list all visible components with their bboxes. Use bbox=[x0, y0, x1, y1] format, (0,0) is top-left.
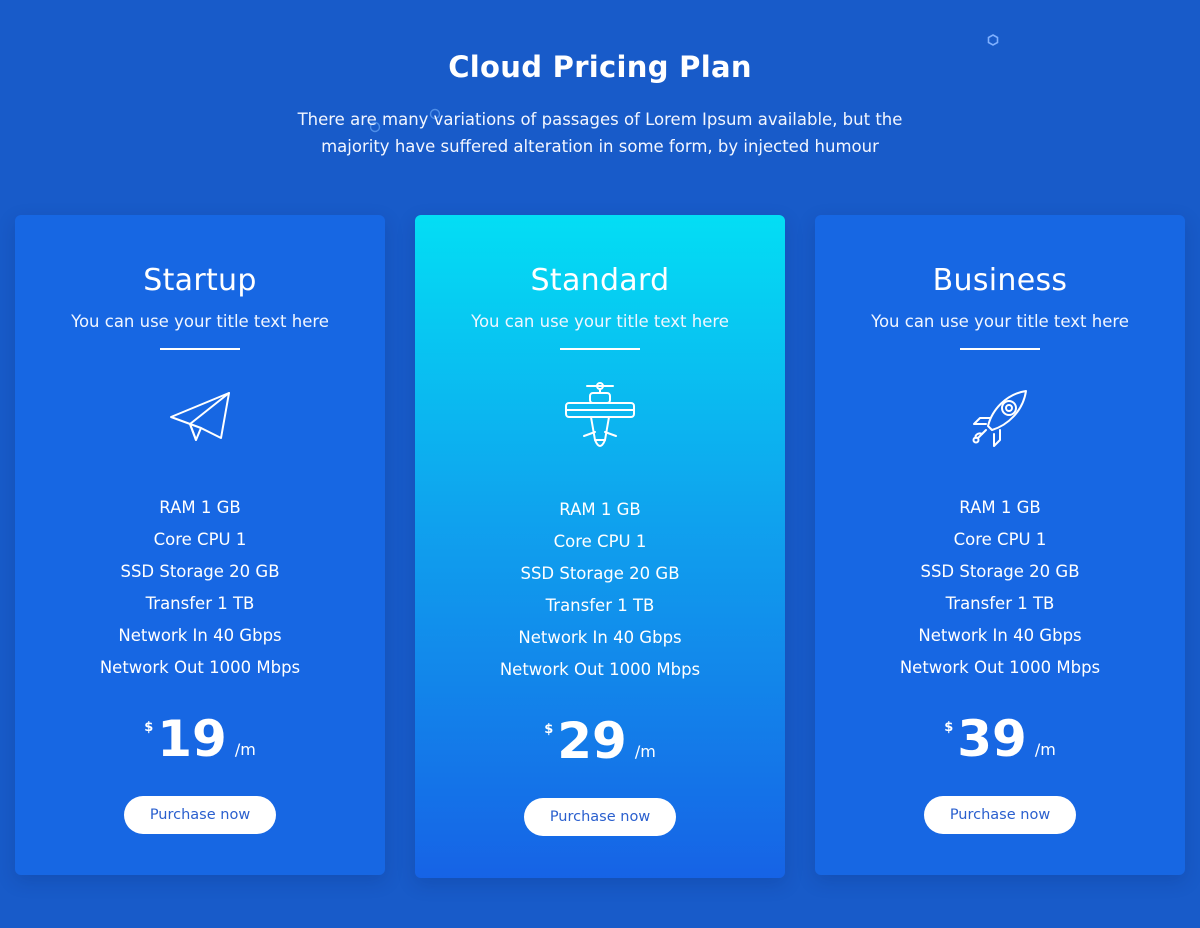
section-subtitle: There are many variations of passages of… bbox=[280, 106, 920, 160]
feature-item: Network In 40 Gbps bbox=[118, 626, 282, 645]
rocket-icon bbox=[960, 378, 1040, 458]
feature-list: RAM 1 GB Core CPU 1 SSD Storage 20 GB Tr… bbox=[415, 494, 785, 686]
purchase-button[interactable]: Purchase now bbox=[124, 796, 276, 834]
feature-item: RAM 1 GB bbox=[959, 498, 1041, 517]
price-period: /m bbox=[1034, 740, 1056, 759]
feature-item: Transfer 1 TB bbox=[945, 594, 1055, 613]
plan-name: Standard bbox=[530, 263, 670, 298]
plan-name: Startup bbox=[143, 263, 257, 298]
feature-item: Transfer 1 TB bbox=[545, 596, 655, 615]
airplane-icon bbox=[560, 378, 640, 458]
price-amount: 29 bbox=[557, 712, 627, 770]
subtitle-line: majority have suffered alteration in som… bbox=[321, 137, 879, 156]
feature-item: Network In 40 Gbps bbox=[518, 628, 682, 647]
pricing-card-standard: Standard You can use your title text her… bbox=[415, 215, 785, 878]
currency-symbol: $ bbox=[144, 720, 154, 735]
section-header: Cloud Pricing Plan There are many variat… bbox=[0, 50, 1200, 160]
price-amount: 19 bbox=[157, 710, 227, 768]
price: $ 19 /m bbox=[15, 712, 385, 766]
feature-item: Core CPU 1 bbox=[953, 530, 1047, 549]
plan-tagline: You can use your title text here bbox=[471, 312, 729, 331]
feature-item: Core CPU 1 bbox=[153, 530, 247, 549]
price: $ 29 /m bbox=[415, 714, 785, 768]
purchase-button[interactable]: Purchase now bbox=[924, 796, 1076, 834]
feature-list: RAM 1 GB Core CPU 1 SSD Storage 20 GB Tr… bbox=[15, 492, 385, 684]
purchase-button[interactable]: Purchase now bbox=[524, 798, 676, 836]
subtitle-line: There are many variations of passages of… bbox=[297, 110, 903, 129]
plan-name: Business bbox=[932, 263, 1068, 298]
feature-item: Network Out 1000 Mbps bbox=[899, 658, 1101, 677]
hexagon-decoration-icon bbox=[987, 34, 999, 46]
feature-list: RAM 1 GB Core CPU 1 SSD Storage 20 GB Tr… bbox=[815, 492, 1185, 684]
feature-item: SSD Storage 20 GB bbox=[120, 562, 280, 581]
price-amount: 39 bbox=[957, 710, 1027, 768]
feature-item: Network Out 1000 Mbps bbox=[499, 660, 701, 679]
feature-item: RAM 1 GB bbox=[559, 500, 641, 519]
divider bbox=[960, 348, 1040, 350]
currency-symbol: $ bbox=[544, 722, 554, 737]
price-period: /m bbox=[634, 742, 656, 761]
plan-tagline: You can use your title text here bbox=[871, 312, 1129, 331]
section-title: Cloud Pricing Plan bbox=[448, 50, 752, 84]
price: $ 39 /m bbox=[815, 712, 1185, 766]
plan-tagline: You can use your title text here bbox=[71, 312, 329, 331]
feature-item: SSD Storage 20 GB bbox=[520, 564, 680, 583]
feature-item: SSD Storage 20 GB bbox=[920, 562, 1080, 581]
divider bbox=[560, 348, 640, 350]
divider bbox=[160, 348, 240, 350]
price-period: /m bbox=[234, 740, 256, 759]
feature-item: RAM 1 GB bbox=[159, 498, 241, 517]
currency-symbol: $ bbox=[944, 720, 954, 735]
feature-item: Transfer 1 TB bbox=[145, 594, 255, 613]
feature-item: Core CPU 1 bbox=[553, 532, 647, 551]
pricing-section: Cloud Pricing Plan There are many variat… bbox=[0, 0, 1200, 928]
feature-item: Network Out 1000 Mbps bbox=[99, 658, 301, 677]
paper-plane-icon bbox=[160, 378, 240, 458]
feature-item: Network In 40 Gbps bbox=[918, 626, 1082, 645]
pricing-card-startup: Startup You can use your title text here… bbox=[15, 215, 385, 875]
pricing-card-business: Business You can use your title text her… bbox=[815, 215, 1185, 875]
